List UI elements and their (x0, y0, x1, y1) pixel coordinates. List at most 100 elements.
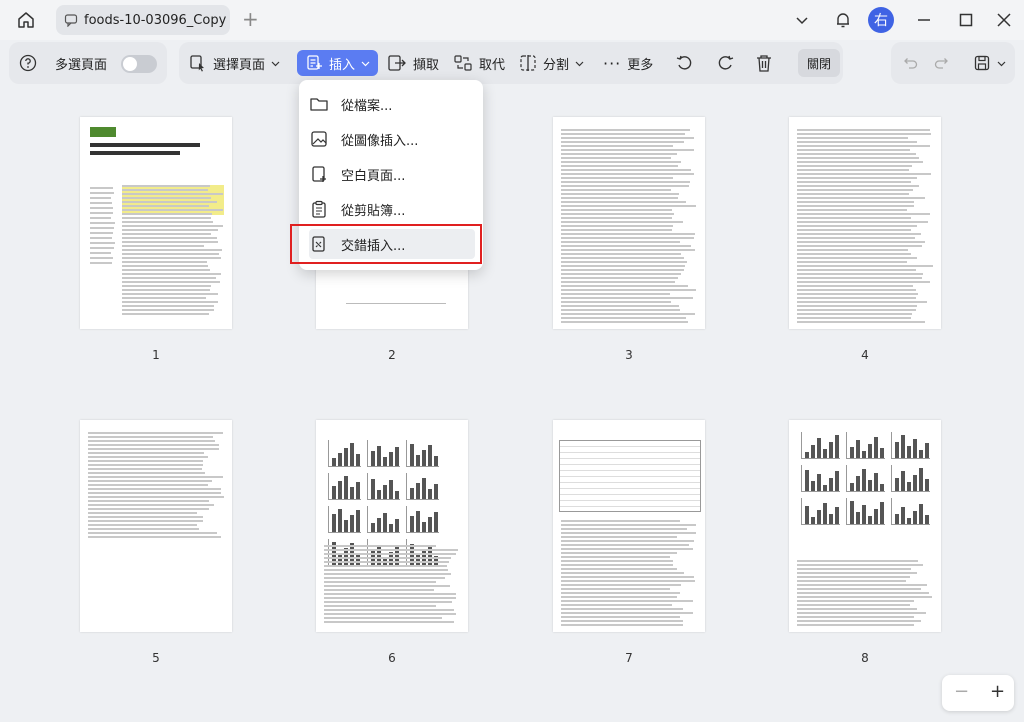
split-button[interactable]: 分割 (519, 50, 584, 76)
undo-button[interactable] (901, 50, 919, 76)
insert-from-image-item[interactable]: 從圖像插入... (309, 124, 475, 154)
text-line (122, 301, 219, 303)
text-line (797, 273, 923, 275)
chart-bar (880, 448, 884, 458)
text-line (324, 577, 445, 579)
chart-bar (880, 484, 884, 491)
help-button[interactable] (19, 50, 37, 76)
text-line (561, 321, 688, 323)
save-icon (974, 55, 990, 71)
chart-bar (389, 480, 393, 499)
chart-bar (434, 456, 438, 466)
chart-bar (377, 518, 381, 532)
page-thumbnail-3[interactable] (553, 117, 705, 329)
text-line (122, 233, 211, 235)
replace-button[interactable]: 取代 (453, 50, 505, 76)
redo-button[interactable] (933, 50, 951, 76)
new-tab-button[interactable]: + (242, 9, 259, 29)
delete-button[interactable] (755, 50, 773, 76)
text-line (88, 528, 199, 530)
page-thumbnail-1[interactable] (80, 117, 232, 329)
extract-button[interactable]: 擷取 (387, 50, 439, 76)
rotate-right-button[interactable] (715, 50, 735, 76)
text-line (797, 596, 933, 598)
text-line (561, 233, 695, 235)
text-line (561, 257, 684, 259)
text-line (122, 313, 210, 315)
zoom-in-button[interactable]: + (990, 681, 1005, 702)
insert-button[interactable]: 插入 (297, 50, 379, 76)
text-line (561, 560, 674, 562)
chart-bar (868, 480, 872, 491)
text-line (797, 249, 909, 251)
text-line (122, 309, 215, 311)
home-icon (18, 12, 34, 28)
text-line (122, 297, 206, 299)
text-line (561, 285, 689, 287)
text-line (561, 213, 674, 215)
text-line (561, 289, 697, 291)
insert-blank-page-item[interactable]: 空白頁面... (309, 159, 475, 189)
more-button[interactable]: ··· 更多 (603, 50, 653, 76)
text-line (88, 460, 203, 462)
chart-bar (874, 437, 878, 458)
page-thumbnail-6[interactable] (316, 420, 468, 632)
text-line (90, 192, 114, 194)
text-line (797, 181, 911, 183)
more-icon: ··· (603, 53, 622, 73)
multi-page-toggle[interactable] (121, 55, 157, 73)
text-line (797, 229, 911, 231)
close-page-mode-button[interactable]: 關閉 (798, 49, 840, 77)
text-line (797, 177, 917, 179)
chart-bar (856, 440, 860, 458)
chart-bar (817, 438, 821, 458)
close-window-button[interactable] (990, 8, 1018, 32)
mini-chart (406, 440, 439, 467)
minimize-button[interactable] (910, 8, 938, 32)
home-button[interactable] (12, 8, 40, 32)
avatar[interactable]: 右 (868, 7, 894, 33)
mini-chart (328, 473, 361, 500)
text-line (88, 472, 205, 474)
text-line (561, 317, 687, 319)
page-number: 4 (861, 348, 869, 362)
mini-chart (891, 465, 930, 492)
zoom-out-button[interactable]: − (954, 681, 969, 702)
title-line (90, 143, 200, 147)
text-line (88, 508, 210, 510)
tab-list-button[interactable] (788, 8, 816, 32)
notification-button[interactable] (829, 8, 857, 32)
text-line (90, 247, 115, 249)
text-line (561, 241, 681, 243)
text-line (797, 293, 918, 295)
chart-bar (383, 485, 387, 499)
page-thumbnail-5[interactable] (80, 420, 232, 632)
text-line (122, 217, 212, 219)
text-line (88, 512, 197, 514)
select-page-button[interactable]: 選擇頁面 (189, 50, 280, 76)
document-tab[interactable]: foods-10-03096_Copy (56, 5, 230, 35)
text-line (561, 313, 695, 315)
chart-bar (835, 435, 839, 458)
save-button[interactable] (973, 50, 1006, 76)
rotate-left-button[interactable] (675, 50, 695, 76)
split-label: 分割 (543, 57, 570, 73)
chart-bar (377, 446, 381, 466)
page-thumbnail-8[interactable] (789, 420, 941, 632)
text-line (122, 253, 219, 255)
chart-bar (350, 515, 354, 532)
text-line (561, 305, 679, 307)
text-line (90, 242, 115, 244)
page-thumbnail-4[interactable] (789, 117, 941, 329)
insert-from-clipboard-item[interactable]: 從剪貼簿... (309, 194, 475, 224)
text-line (122, 229, 219, 231)
text-line (561, 616, 681, 618)
menu-item-label: 從圖像插入... (341, 133, 419, 149)
insert-from-file-item[interactable]: 從檔案... (309, 89, 475, 119)
chart-bar (395, 491, 399, 499)
text-line (797, 217, 911, 219)
maximize-button[interactable] (952, 8, 980, 32)
text-line (561, 584, 682, 586)
chemical-structure (346, 277, 446, 304)
page-thumbnail-7[interactable] (553, 420, 705, 632)
